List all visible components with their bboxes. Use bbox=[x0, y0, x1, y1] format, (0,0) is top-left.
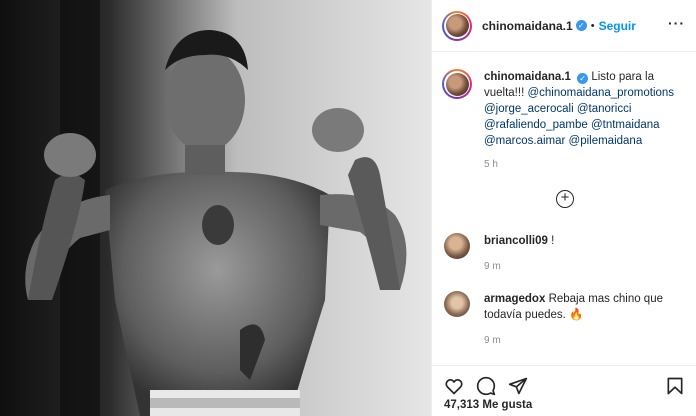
comment-item: armagedox Rebaja mas chino que todavía p… bbox=[442, 291, 687, 349]
heart-icon[interactable] bbox=[444, 376, 464, 396]
post-header: chinomaidana.1 ✓ • Seguir ··· bbox=[432, 0, 696, 52]
instagram-post: chinomaidana.1 ✓ • Seguir ··· chinomaida… bbox=[0, 0, 696, 416]
post-sidebar: chinomaidana.1 ✓ • Seguir ··· chinomaida… bbox=[431, 0, 696, 416]
verified-icon: ✓ bbox=[577, 73, 589, 84]
comment-item: briancolli09 ! 9 m bbox=[442, 233, 687, 275]
comment-body: armagedox Rebaja mas chino que todavía p… bbox=[484, 291, 684, 349]
post-caption: chinomaidana.1 ✓ Listo para la vuelta!!!… bbox=[442, 69, 687, 173]
comment-text: ! bbox=[551, 235, 555, 247]
boxer-photo bbox=[0, 0, 431, 416]
mention-link[interactable]: @tanoricci bbox=[577, 103, 632, 115]
commenter-username[interactable]: briancolli09 bbox=[484, 235, 548, 247]
verified-icon: ✓ bbox=[575, 20, 587, 31]
caption-avatar[interactable] bbox=[442, 69, 472, 99]
comments-section: chinomaidana.1 ✓ Listo para la vuelta!!!… bbox=[432, 53, 696, 365]
comment-time[interactable]: 9 m bbox=[484, 259, 684, 275]
send-icon[interactable] bbox=[508, 376, 528, 396]
mention-link[interactable]: @chinomaidana_promotions bbox=[527, 87, 674, 99]
comment-body: briancolli09 ! 9 m bbox=[484, 233, 684, 275]
caption-text: chinomaidana.1 ✓ Listo para la vuelta!!!… bbox=[484, 69, 684, 173]
post-photo[interactable] bbox=[0, 0, 431, 416]
mention-link[interactable]: @marcos.aimar bbox=[484, 135, 565, 147]
mention-link[interactable]: @rafaliendo_pambe bbox=[484, 119, 588, 131]
action-bar bbox=[432, 365, 696, 401]
mention-link[interactable]: @jorge_acerocali bbox=[484, 103, 574, 115]
author-username[interactable]: chinomaidana.1 bbox=[482, 19, 573, 33]
comment-time[interactable]: 9 m bbox=[484, 333, 684, 349]
comment-icon[interactable] bbox=[476, 376, 496, 396]
commenter-avatar[interactable] bbox=[444, 233, 470, 259]
caption-time[interactable]: 5 h bbox=[484, 157, 684, 173]
author-avatar[interactable] bbox=[442, 10, 472, 41]
mention-link[interactable]: @tntmaidana bbox=[591, 119, 660, 131]
mention-link[interactable]: @pilemaidana bbox=[569, 135, 643, 147]
caption-username[interactable]: chinomaidana.1 bbox=[484, 71, 571, 83]
commenter-avatar[interactable] bbox=[444, 291, 470, 317]
commenter-username[interactable]: armagedox bbox=[484, 293, 545, 305]
header-separator: • bbox=[590, 19, 595, 32]
plus-circle-icon[interactable]: + bbox=[556, 190, 574, 208]
follow-button[interactable]: Seguir bbox=[599, 19, 636, 33]
more-horizontal-icon[interactable]: ··· bbox=[668, 16, 685, 30]
bookmark-icon[interactable] bbox=[665, 376, 685, 396]
likes-count[interactable]: 47,313 Me gusta bbox=[444, 399, 532, 411]
